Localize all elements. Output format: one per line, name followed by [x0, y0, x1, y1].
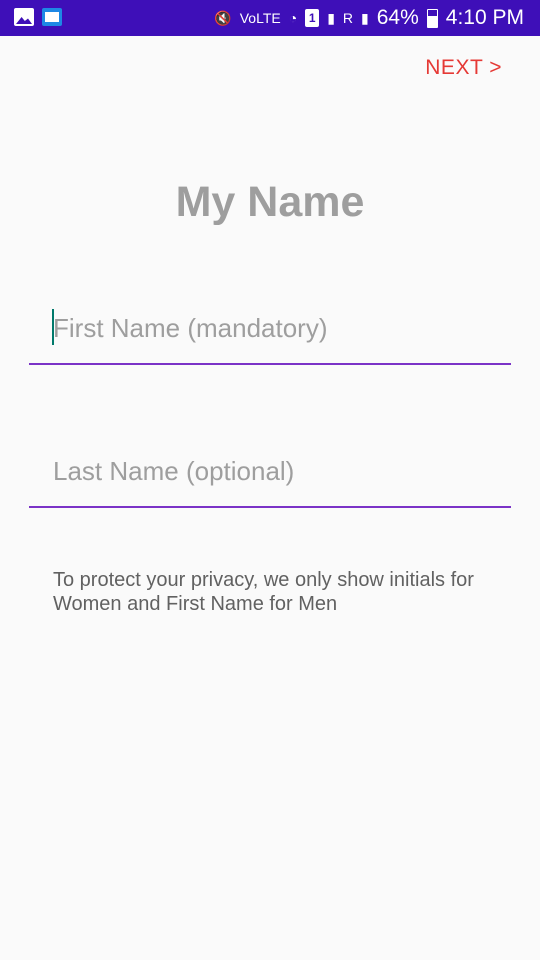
first-name-field[interactable]: First Name (mandatory): [29, 303, 511, 365]
page-title: My Name: [175, 178, 365, 226]
first-name-placeholder: First Name (mandatory): [53, 313, 328, 343]
signal-icon: ▮: [327, 10, 335, 26]
last-name-placeholder: Last Name (optional): [53, 456, 295, 486]
battery-percentage: 64%: [376, 6, 419, 29]
lte-icon: VoLTE: [239, 10, 281, 26]
gallery-icon: [14, 8, 34, 26]
last-name-field[interactable]: Last Name (optional): [29, 446, 511, 508]
status-bar: 🔇 VoLTE ◔ 1 ▮ R ▮ 64% 4:10 PM: [0, 0, 540, 36]
battery-icon: [426, 8, 438, 28]
book-icon: [42, 8, 62, 26]
status-left-icons: [14, 8, 62, 26]
signal-icon: ▮: [361, 10, 369, 26]
roaming-icon: R: [342, 10, 354, 26]
privacy-note: To protect your privacy, we only show in…: [53, 569, 474, 615]
clock-time: 4:10 PM: [445, 6, 524, 29]
sim-icon: 1: [305, 9, 320, 27]
mute-icon: 🔇: [214, 10, 232, 26]
status-right-icons: 🔇 VoLTE ◔ 1 ▮ R ▮ 64% 4:10 PM: [214, 0, 524, 36]
wifi-icon: ◔: [288, 10, 298, 26]
next-button[interactable]: NEXT >: [425, 56, 502, 80]
